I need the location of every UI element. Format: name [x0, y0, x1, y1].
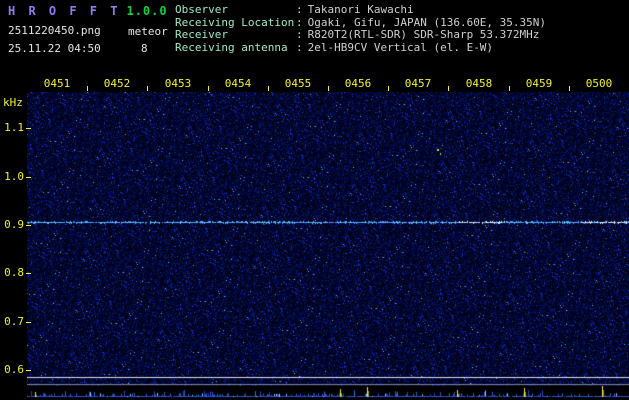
info-separator: : — [296, 28, 303, 41]
x-axis-label: 0453 — [163, 79, 193, 89]
signal-meter-canvas — [27, 386, 629, 400]
info-label: Receiving antenna — [175, 42, 296, 55]
y-axis-unit: kHz — [3, 96, 23, 109]
y-axis-tick — [26, 177, 31, 178]
x-axis-tick — [388, 86, 389, 91]
y-axis-label: 1.0 — [0, 171, 24, 182]
info-value: Ogaki, Gifu, JAPAN (136.60E, 35.35N) — [308, 16, 546, 29]
y-axis-label: 0.7 — [0, 316, 24, 327]
x-axis-tick — [208, 86, 209, 91]
mode-label: meteor — [128, 25, 168, 38]
info-label: Observer — [175, 4, 296, 17]
info-row: Receiving antenna:2el-HB9CV Vertical (el… — [175, 42, 546, 55]
x-axis-tick — [87, 86, 88, 91]
y-axis-tick — [26, 273, 31, 274]
y-axis-tick — [26, 370, 31, 371]
x-axis-tick — [147, 86, 148, 91]
hrofft-window: H R O F F T 1.0.0 2511220450.png meteor 2… — [0, 0, 629, 400]
x-axis-label: 0454 — [223, 79, 253, 89]
y-axis-label: 1.1 — [0, 122, 24, 133]
title-bar: H R O F F T 1.0.0 — [8, 4, 168, 18]
y-axis-label: 0.8 — [0, 267, 24, 278]
spectrogram-canvas — [27, 92, 629, 386]
x-axis-label: 0452 — [102, 79, 132, 89]
info-separator: : — [296, 41, 303, 54]
y-axis-label: 0.9 — [0, 219, 24, 230]
y-axis-tick — [26, 225, 31, 226]
app-version: 1.0.0 — [126, 4, 167, 18]
x-axis-label: 0458 — [464, 79, 494, 89]
info-value: R820T2(RTL-SDR) SDR-Sharp 53.372MHz — [308, 28, 540, 41]
y-axis-tick — [26, 322, 31, 323]
app-title: H R O F F T — [8, 4, 120, 18]
x-axis-label: 0500 — [584, 79, 614, 89]
output-filename: 2511220450.png — [8, 24, 101, 37]
receiver-info: Observer:Takanori KawachiReceiving Locat… — [175, 4, 546, 55]
x-axis-label: 0457 — [403, 79, 433, 89]
info-separator: : — [296, 16, 303, 29]
y-axis-label: 0.6 — [0, 364, 24, 375]
echo-count: 8 — [141, 42, 148, 55]
info-value: Takanori Kawachi — [308, 3, 414, 16]
info-separator: : — [296, 3, 303, 16]
info-value: 2el-HB9CV Vertical (el. E-W) — [308, 41, 493, 54]
x-axis-tick — [569, 86, 570, 91]
x-axis-label: 0456 — [343, 79, 373, 89]
x-axis-tick — [509, 86, 510, 91]
x-axis-label: 0455 — [283, 79, 313, 89]
x-axis-tick — [328, 86, 329, 91]
y-axis-tick — [26, 128, 31, 129]
x-axis-label: 0451 — [42, 79, 72, 89]
x-axis-tick — [448, 86, 449, 91]
x-axis-label: 0459 — [524, 79, 554, 89]
x-axis-tick — [268, 86, 269, 91]
datetime-label: 25.11.22 04:50 — [8, 42, 101, 55]
